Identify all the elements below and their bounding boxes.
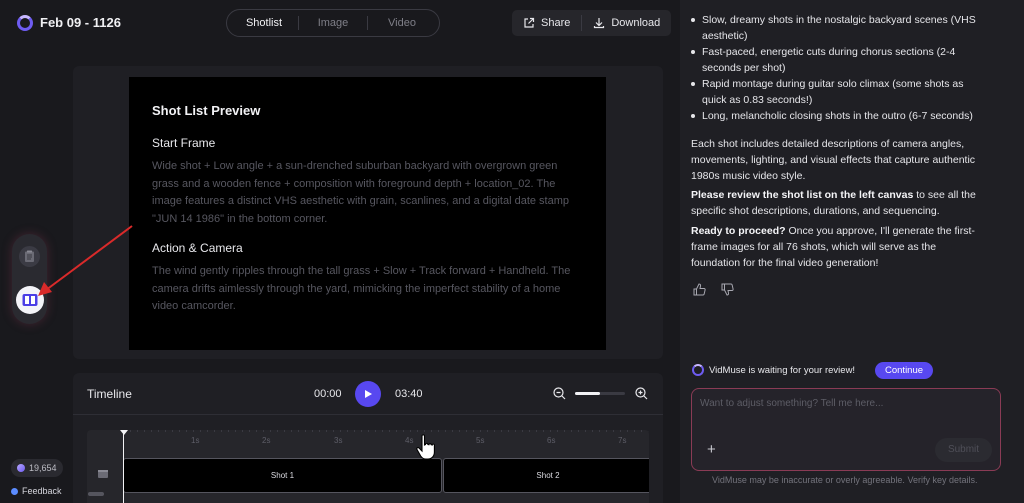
tab-shotlist[interactable]: Shotlist xyxy=(230,12,298,34)
current-time: 00:00 xyxy=(314,388,342,400)
tab-video[interactable]: Video xyxy=(368,12,436,34)
chat-paragraph: Each shot includes detailed descriptions… xyxy=(691,138,976,182)
chat-input-box: + Submit xyxy=(691,388,1001,471)
play-icon xyxy=(365,390,372,398)
action-buttons: Share Download xyxy=(512,10,672,36)
thumbs-up-icon[interactable] xyxy=(693,283,706,296)
total-time: 03:40 xyxy=(395,388,423,400)
credits-icon xyxy=(17,464,25,472)
feedback-label: Feedback xyxy=(22,486,62,496)
playhead-handle[interactable] xyxy=(120,430,128,435)
tick-label: 7s xyxy=(618,436,627,445)
download-button[interactable]: Download xyxy=(582,10,671,36)
hand-cursor-icon xyxy=(416,434,435,460)
action-heading: Action & Camera xyxy=(152,241,243,255)
annotation-arrow xyxy=(38,225,133,296)
zoom-slider-fill xyxy=(575,392,600,395)
chat-bold-text: Please review the shot list on the left … xyxy=(691,189,914,201)
disclaimer-text: VidMuse may be inaccurate or overly agre… xyxy=(712,475,978,485)
chat-panel: Slow, dreamy shots in the nostalgic back… xyxy=(680,0,1024,503)
chat-paragraph: Ready to proceed? Once you approve, I'll… xyxy=(691,223,987,271)
timeline-scrollbar[interactable] xyxy=(88,492,104,496)
submit-button[interactable]: Submit xyxy=(935,438,992,462)
vidmuse-status-icon xyxy=(692,364,704,376)
tab-image[interactable]: Image xyxy=(299,12,367,34)
download-icon xyxy=(594,18,605,29)
play-button[interactable] xyxy=(355,381,381,407)
shot-clip-2[interactable]: Shot 2 xyxy=(443,458,649,493)
credits-value: 19,654 xyxy=(29,463,57,473)
tick-label: 1s xyxy=(191,436,200,445)
ruler-ticks xyxy=(123,430,649,432)
list-item: Long, melancholic closing shots in the o… xyxy=(685,108,985,124)
share-button[interactable]: Share xyxy=(512,10,581,36)
credits-badge[interactable]: 19,654 xyxy=(11,459,63,477)
app-window: Feb 09 - 1126 Shotlist Image Video Share… xyxy=(0,0,1024,503)
timeline-title: Timeline xyxy=(87,387,132,401)
project-title: Feb 09 - 1126 xyxy=(40,15,121,30)
playhead[interactable] xyxy=(123,430,124,503)
download-label: Download xyxy=(611,17,661,29)
zoom-out-icon[interactable] xyxy=(553,387,566,400)
preview-title: Shot List Preview xyxy=(152,103,261,118)
start-frame-heading: Start Frame xyxy=(152,136,216,150)
share-icon xyxy=(524,17,535,28)
continue-button[interactable]: Continue xyxy=(875,362,934,379)
tick-label: 2s xyxy=(262,436,271,445)
shot-clip-1[interactable]: Shot 1 xyxy=(123,458,442,493)
tick-label: 6s xyxy=(547,436,556,445)
tick-label: 5s xyxy=(476,436,485,445)
thumbs-down-icon[interactable] xyxy=(721,283,734,296)
zoom-in-icon[interactable] xyxy=(635,387,648,400)
time-ruler: 1s 2s 3s 4s 5s 6s 7s xyxy=(123,430,649,456)
video-track-icon xyxy=(98,470,108,478)
chat-paragraph: Please review the shot list on the left … xyxy=(691,187,987,219)
view-tabs: Shotlist Image Video xyxy=(226,9,440,37)
list-item: Slow, dreamy shots in the nostalgic back… xyxy=(685,12,985,44)
timeline-panel: Timeline 00:00 03:40 1s 2s 3s 4s 5s 6s 7… xyxy=(73,373,663,503)
chat-input[interactable] xyxy=(700,398,990,409)
feedback-link[interactable]: Feedback xyxy=(11,486,62,496)
start-frame-text: Wide shot + Low angle + a sun-drenched s… xyxy=(152,160,570,225)
tick-label: 4s xyxy=(405,436,414,445)
timeline-track-area[interactable]: 1s 2s 3s 4s 5s 6s 7s Shot 1 Shot 2 xyxy=(87,430,649,503)
chat-bold-text: Ready to proceed? xyxy=(691,225,786,237)
feedback-icon xyxy=(11,487,18,495)
share-label: Share xyxy=(541,17,571,29)
action-text: The wind gently ripples through the tall… xyxy=(152,265,571,312)
zoom-slider[interactable] xyxy=(575,392,625,395)
shot-preview-card: Shot List Preview Start Frame Wide shot … xyxy=(129,77,606,350)
top-bar: Feb 09 - 1126 Shotlist Image Video Share… xyxy=(0,0,675,46)
list-item: Fast-paced, energetic cuts during chorus… xyxy=(685,44,985,76)
logo-icon xyxy=(17,15,33,31)
list-item: Rapid montage during guitar solo climax … xyxy=(685,76,985,108)
tick-label: 3s xyxy=(334,436,343,445)
timeline-divider xyxy=(73,414,663,415)
shot-pacing-list: Slow, dreamy shots in the nostalgic back… xyxy=(685,12,985,124)
add-attachment-icon[interactable]: + xyxy=(707,441,716,458)
waiting-status: VidMuse is waiting for your review! xyxy=(709,365,856,376)
